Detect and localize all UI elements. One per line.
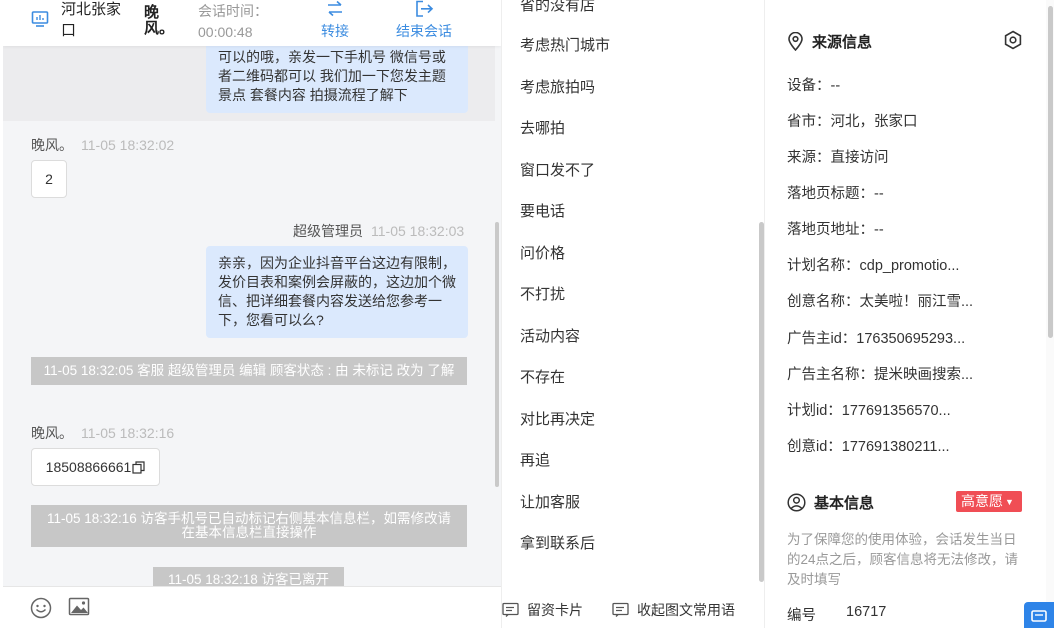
transfer-label: 转接 bbox=[321, 23, 349, 39]
visitor-name: 晚风。 bbox=[144, 4, 175, 37]
end-session-label: 结束会话 bbox=[396, 23, 452, 39]
floating-chat-button[interactable] bbox=[1024, 602, 1054, 628]
card-icon bbox=[502, 602, 519, 617]
message-meta: 晚风。 11-05 18:32:02 bbox=[31, 135, 174, 155]
app: 河北张家口 晚风。 会话时间： 00:00:48 转接 结束会话 可以的哦，亲发… bbox=[0, 0, 1054, 628]
quick-reply-item[interactable]: 窗口发不了 bbox=[520, 159, 595, 180]
basic-info-title: 基本信息 bbox=[814, 495, 875, 512]
system-message: 11-05 18:32:16 访客手机号已自动标记右侧基本信息栏，如需修改请在基… bbox=[31, 505, 467, 547]
info-landing-title: 落地页标题：-- bbox=[787, 186, 884, 202]
agent-message: 可以的哦，亲发一下手机号 微信号或者二维码都可以 我们加一下您发主题景点 套餐内… bbox=[206, 40, 468, 113]
copy-icon[interactable] bbox=[132, 460, 145, 474]
info-province-city: 省市：河北，张家口 bbox=[787, 114, 918, 130]
session-time-value: 00:00:48 bbox=[198, 24, 253, 40]
info-landing-url: 落地页地址：-- bbox=[787, 222, 884, 238]
quick-reply-item[interactable]: 考虑旅拍吗 bbox=[520, 76, 595, 97]
quick-reply-panel: 省的没有店 考虑热门城市 考虑旅拍吗 去哪拍 窗口发不了 要电话 问价格 不打扰… bbox=[501, 0, 765, 628]
quick-reply-item[interactable]: 再追 bbox=[520, 449, 550, 470]
visitor-message: 18508866661 bbox=[31, 448, 160, 486]
quick-reply-item[interactable]: 不打扰 bbox=[520, 283, 565, 304]
phone-number: 18508866661 bbox=[45, 459, 132, 475]
info-device: 设备：-- bbox=[787, 78, 841, 94]
image-icon[interactable] bbox=[68, 596, 90, 618]
quick-reply-item[interactable]: 对比再决定 bbox=[520, 408, 595, 429]
quick-reply-item[interactable]: 去哪拍 bbox=[520, 117, 565, 138]
message-time: 11-05 18:32:03 bbox=[371, 223, 465, 239]
transfer-button[interactable]: 转接 bbox=[321, 0, 349, 44]
message-list[interactable]: 可以的哦，亲发一下手机号 微信号或者二维码都可以 我们加一下您发主题景点 套餐内… bbox=[3, 40, 501, 593]
emoji-icon[interactable] bbox=[30, 597, 52, 619]
message-time: 11-05 18:32:16 bbox=[81, 425, 175, 441]
chat-toolbar bbox=[3, 586, 501, 628]
info-creative-name: 创意名称：太美啦！丽江雪... bbox=[787, 294, 974, 310]
session-time-label: 会话时间： bbox=[198, 3, 268, 19]
info-advertiser-name: 广告主名称：提米映画搜索... bbox=[787, 367, 974, 383]
agent-message: 亲亲，因为企业抖音平台这边有限制，发价目表和案例会屏蔽的，这边加个微信、把详细套… bbox=[206, 246, 468, 338]
chat-scrollbar[interactable] bbox=[495, 222, 499, 487]
basic-info-header: 基本信息 bbox=[787, 492, 874, 513]
monitor-icon bbox=[31, 11, 49, 27]
quick-reply-item[interactable]: 让加客服 bbox=[520, 491, 580, 512]
sender-name: 超级管理员 bbox=[293, 223, 363, 239]
end-session-button[interactable]: 结束会话 bbox=[396, 0, 452, 44]
info-source: 来源：直接访问 bbox=[787, 150, 889, 166]
quick-reply-footer: 留资卡片 收起图文常用语 bbox=[502, 586, 765, 628]
transfer-icon bbox=[328, 0, 342, 17]
chat-header: 河北张家口 晚风。 会话时间： 00:00:48 转接 结束会话 bbox=[3, 0, 501, 46]
message-meta: 超级管理员 11-05 18:32:03 bbox=[293, 221, 464, 241]
info-plan-name: 计划名称：cdp_promotio... bbox=[787, 258, 960, 274]
source-info-title: 来源信息 bbox=[812, 34, 873, 51]
system-message: 11-05 18:32:05 客服 超级管理员 编辑 顾客状态 : 由 未标记 … bbox=[31, 357, 467, 385]
info-advertiser-id: 广告主id：176350695293... bbox=[787, 331, 966, 347]
page-scrollbar[interactable] bbox=[1048, 6, 1053, 338]
logout-icon bbox=[416, 0, 434, 17]
info-plan-id: 计划id：177691356570... bbox=[787, 403, 951, 419]
intent-dropdown[interactable]: 高意愿 ▼ bbox=[956, 491, 1022, 512]
quick-reply-item[interactable]: 活动内容 bbox=[520, 325, 580, 346]
collapse-phrases-label: 收起图文常用语 bbox=[637, 602, 735, 618]
message-time: 11-05 18:32:02 bbox=[81, 137, 175, 153]
lead-card-button[interactable]: 留资卡片 bbox=[502, 600, 583, 620]
chat-bubble-icon bbox=[1031, 610, 1047, 622]
lead-card-label: 留资卡片 bbox=[527, 602, 583, 618]
message-meta: 晚风。 11-05 18:32:16 bbox=[31, 423, 174, 443]
location-pin-icon bbox=[788, 31, 803, 52]
visitor-id-label: 编号 bbox=[787, 608, 816, 624]
info-creative-id: 创意id：177691380211... bbox=[787, 439, 950, 455]
collapse-phrases-button[interactable]: 收起图文常用语 bbox=[612, 600, 735, 620]
sender-name: 晚风。 bbox=[31, 137, 73, 153]
intent-label: 高意愿 bbox=[961, 493, 1003, 509]
quick-reply-item[interactable]: 要电话 bbox=[520, 200, 565, 221]
quick-reply-item[interactable]: 考虑热门城市 bbox=[520, 34, 610, 55]
message-icon bbox=[612, 602, 629, 617]
visitor-region: 河北张家口 bbox=[61, 1, 122, 39]
source-info-header: 来源信息 bbox=[787, 31, 872, 52]
caret-down-icon: ▼ bbox=[1005, 497, 1014, 507]
edit-hint: 为了保障您的使用体验，会话发生当日的24点之后，顾客信息将无法修改，请及时填写 bbox=[787, 532, 1019, 587]
sender-name: 晚风。 bbox=[31, 425, 73, 441]
visitor-info-panel: 来源信息 设备：-- 省市：河北，张家口 来源：直接访问 落地页标题：-- 落地… bbox=[764, 0, 1046, 628]
user-circle-icon bbox=[787, 493, 806, 512]
quick-reply-item[interactable]: 问价格 bbox=[520, 242, 565, 263]
visitor-id-value: 16717 bbox=[846, 604, 887, 620]
quick-reply-item[interactable]: 不存在 bbox=[520, 366, 565, 387]
quick-reply-item[interactable]: 拿到联系后 bbox=[520, 532, 595, 553]
settings-icon[interactable] bbox=[1003, 30, 1023, 50]
chat-panel: 河北张家口 晚风。 会话时间： 00:00:48 转接 结束会话 可以的哦，亲发… bbox=[3, 0, 501, 628]
page-scrollbar-track bbox=[1046, 0, 1054, 628]
visitor-message: 2 bbox=[31, 160, 67, 198]
quick-reply-item[interactable]: 省的没有店 bbox=[520, 0, 595, 15]
